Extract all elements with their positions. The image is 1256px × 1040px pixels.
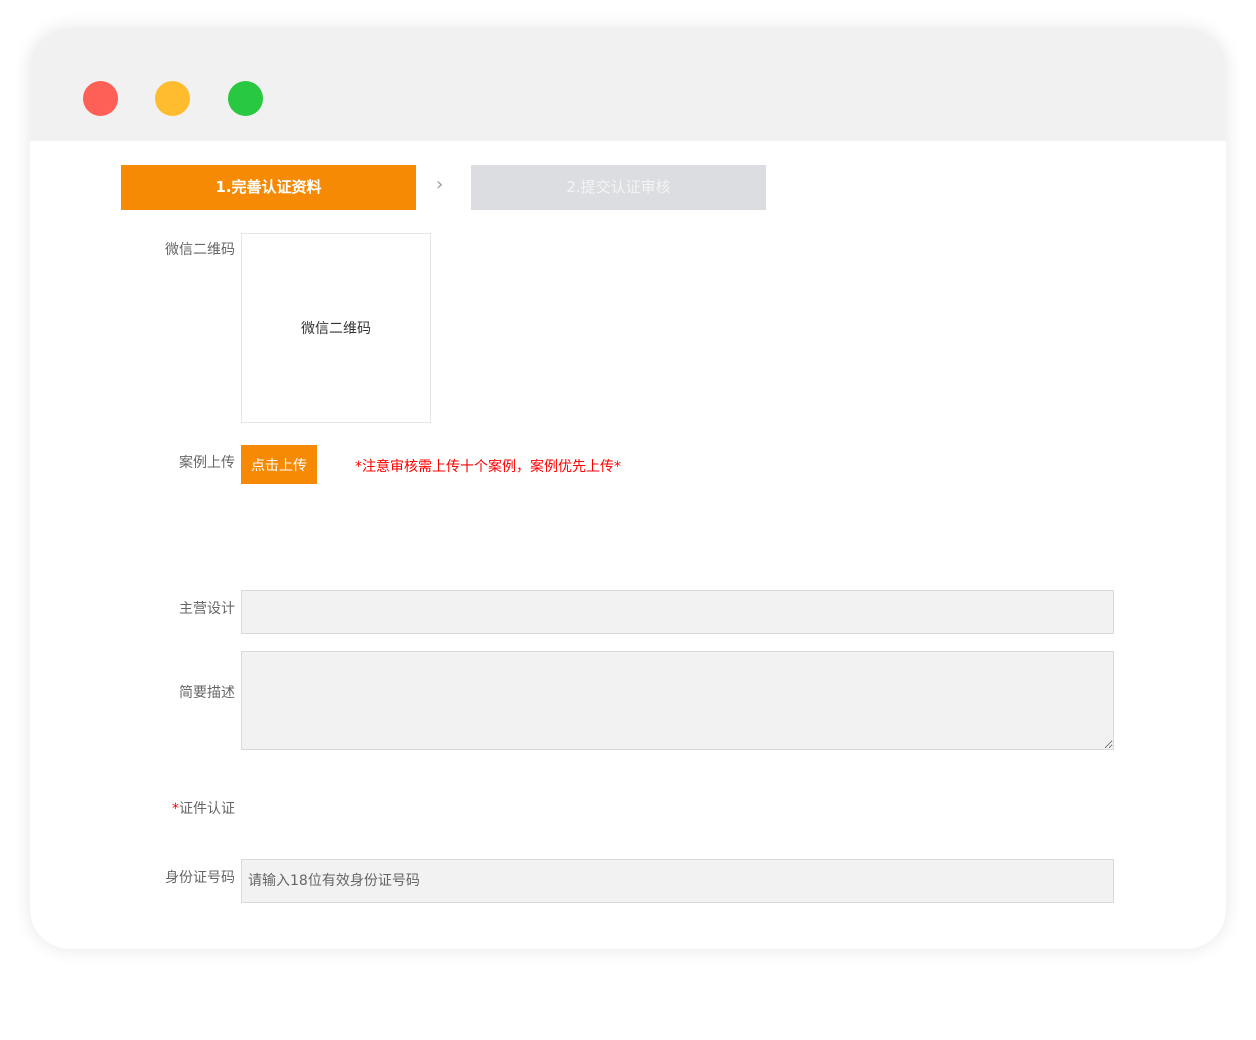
id-number-label: 身份证号码 bbox=[165, 870, 235, 886]
case-upload-notice: *注意审核需上传十个案例，案例优先上传* bbox=[355, 459, 621, 475]
title-bar bbox=[30, 28, 1226, 141]
wechat-qr-upload-box[interactable]: 微信二维码 bbox=[241, 233, 431, 423]
step-2-submit-review[interactable]: 2.提交认证审核 bbox=[471, 165, 766, 210]
case-upload-label: 案例上传 bbox=[179, 455, 235, 471]
close-window-button[interactable] bbox=[83, 81, 118, 116]
main-design-input[interactable] bbox=[241, 590, 1114, 634]
id-number-input[interactable] bbox=[241, 859, 1114, 903]
minimize-window-button[interactable] bbox=[155, 81, 190, 116]
description-textarea[interactable] bbox=[241, 651, 1114, 750]
description-label: 简要描述 bbox=[179, 685, 235, 701]
required-mark: * bbox=[172, 801, 179, 817]
wechat-qr-box-text: 微信二维码 bbox=[301, 321, 371, 337]
certificate-label-text: 证件认证 bbox=[179, 801, 235, 817]
case-upload-button[interactable]: 点击上传 bbox=[241, 445, 317, 484]
maximize-window-button[interactable] bbox=[228, 81, 263, 116]
certificate-label: *证件认证 bbox=[115, 798, 235, 818]
wechat-qr-label: 微信二维码 bbox=[165, 242, 235, 258]
browser-window: 1.完善认证资料 › 2.提交认证审核 微信二维码 微信二维码 案例上传 点击上… bbox=[30, 28, 1226, 949]
step-1-complete-info[interactable]: 1.完善认证资料 bbox=[121, 165, 416, 210]
main-design-label: 主营设计 bbox=[179, 601, 235, 617]
chevron-right-icon: › bbox=[436, 174, 444, 195]
